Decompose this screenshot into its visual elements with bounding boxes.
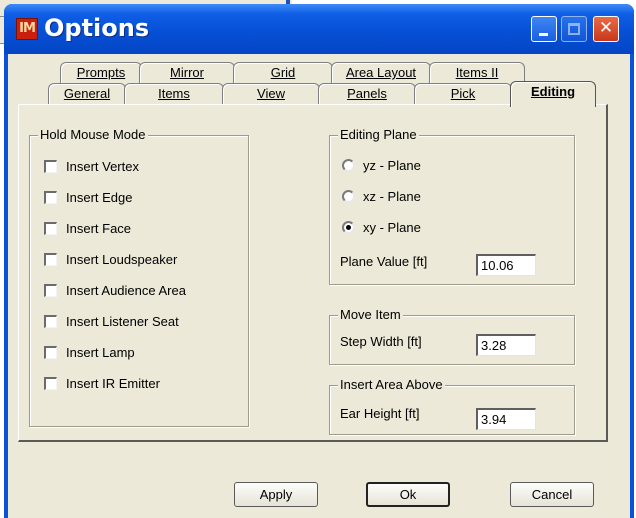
checkbox-box[interactable]: [44, 160, 57, 173]
checkbox-label: Insert Edge: [66, 190, 133, 205]
tab-panels[interactable]: Panels: [318, 83, 416, 105]
group-title: Editing Plane: [338, 127, 419, 143]
tab-items[interactable]: Items: [124, 83, 224, 105]
tab-editing[interactable]: Editing: [510, 81, 596, 107]
checkbox-box[interactable]: [44, 222, 57, 235]
tab-label: Items II: [455, 65, 499, 80]
step-width-label: Step Width [ft]: [340, 334, 422, 349]
tab-label: Editing: [530, 84, 576, 99]
checkbox-box[interactable]: [44, 284, 57, 297]
checkbox-label: Insert Vertex: [66, 159, 139, 174]
editing-plane-group: Editing Plane yz - Plane xz - Plane xy -…: [329, 127, 575, 285]
window-title: Options: [44, 14, 150, 42]
checkbox-box[interactable]: [44, 315, 57, 328]
ear-height-label: Ear Height [ft]: [340, 406, 420, 421]
checkbox-label: Insert Loudspeaker: [66, 252, 178, 267]
close-button[interactable]: ✕: [593, 16, 619, 42]
group-title: Move Item: [338, 307, 403, 323]
tab-label: Prompts: [76, 65, 126, 80]
tab-label: General: [63, 86, 111, 101]
tab-mirror[interactable]: Mirror: [139, 62, 235, 84]
tab-view[interactable]: View: [222, 83, 320, 105]
checkbox-box[interactable]: [44, 253, 57, 266]
checkbox-label: Insert Lamp: [66, 345, 135, 360]
radio-label: yz - Plane: [363, 158, 421, 173]
tab-general[interactable]: General: [48, 83, 126, 105]
group-title: Hold Mouse Mode: [38, 127, 148, 143]
title-bar[interactable]: IM Options ✕: [4, 4, 634, 54]
checkbox-label: Insert Audience Area: [66, 283, 186, 298]
tab-label: View: [257, 86, 285, 101]
tab-label: Items: [158, 86, 190, 101]
minimize-button[interactable]: [531, 16, 557, 42]
tab-items-ii[interactable]: Items II: [429, 62, 525, 84]
hold-mouse-mode-group: Hold Mouse Mode Insert Vertex Insert Edg…: [29, 127, 249, 427]
tab-label: Panels: [347, 86, 387, 101]
checkbox-label: Insert IR Emitter: [66, 376, 160, 391]
move-item-group: Move Item Step Width [ft] 3.28: [329, 307, 575, 365]
checkbox-box[interactable]: [44, 191, 57, 204]
checkbox-label: Insert Face: [66, 221, 132, 236]
ear-height-field[interactable]: 3.94: [476, 408, 536, 430]
radio-button[interactable]: [342, 221, 355, 234]
tab-pick[interactable]: Pick: [414, 83, 512, 105]
tab-grid[interactable]: Grid: [233, 62, 333, 84]
radio-button[interactable]: [342, 159, 355, 172]
apply-button[interactable]: Apply: [234, 482, 318, 507]
maximize-button[interactable]: [561, 16, 587, 42]
tab-label: Mirror: [170, 65, 204, 80]
tab-prompts[interactable]: Prompts: [60, 62, 142, 84]
options-dialog: IM Options ✕ Prompts Mirror Grid Area La…: [4, 4, 634, 518]
insert-area-above-group: Insert Area Above Ear Height [ft] 3.94: [329, 377, 575, 435]
checkbox-box[interactable]: [44, 377, 57, 390]
checkbox-box[interactable]: [44, 346, 57, 359]
cancel-button[interactable]: Cancel: [510, 482, 594, 507]
ok-button[interactable]: Ok: [366, 482, 450, 507]
tab-label: Grid: [270, 65, 296, 80]
group-title: Insert Area Above: [338, 377, 445, 393]
radio-label: xy - Plane: [363, 220, 421, 235]
radio-button[interactable]: [342, 190, 355, 203]
plane-value-label: Plane Value [ft]: [340, 254, 428, 269]
plane-value-field[interactable]: 10.06: [476, 254, 536, 276]
step-width-field[interactable]: 3.28: [476, 334, 536, 356]
app-icon: IM: [16, 18, 38, 40]
editing-tab-page: Hold Mouse Mode Insert Vertex Insert Edg…: [18, 104, 608, 442]
checkbox-label: Insert Listener Seat: [66, 314, 179, 329]
tab-area-layout[interactable]: Area Layout: [331, 62, 431, 84]
dialog-client-area: Prompts Mirror Grid Area Layout Items II…: [8, 54, 630, 518]
tab-label: Area Layout: [345, 65, 417, 80]
radio-label: xz - Plane: [363, 189, 421, 204]
tab-label: Pick: [450, 86, 476, 101]
